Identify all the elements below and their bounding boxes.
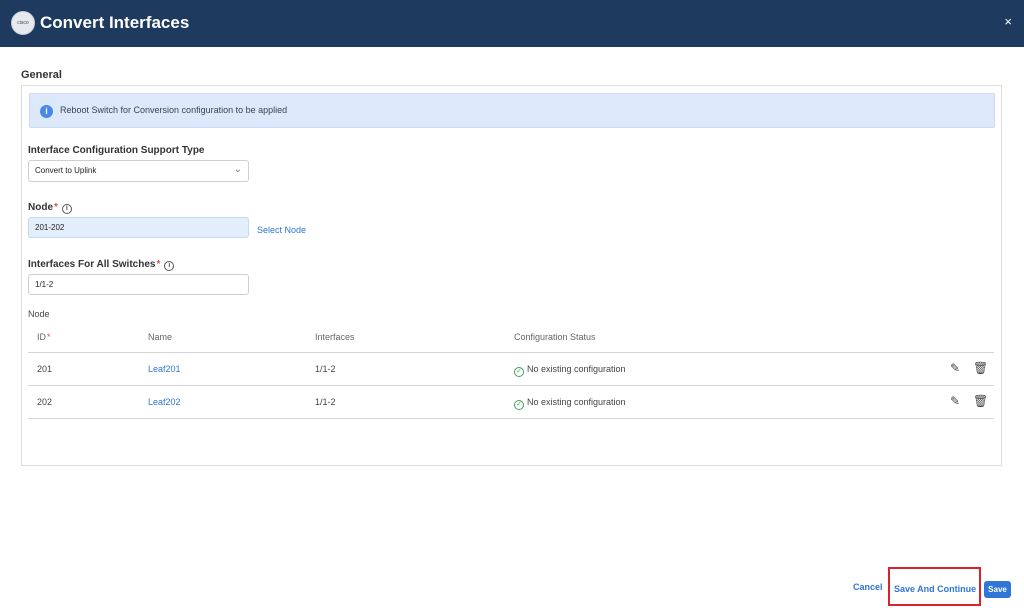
trash-icon[interactable]: 🗑 (973, 361, 988, 375)
close-icon[interactable]: × (1004, 14, 1012, 30)
general-panel: i Reboot Switch for Conversion configura… (21, 85, 1002, 466)
support-type-select[interactable]: Convert to Uplink ⌄ (28, 160, 249, 182)
table-divider (28, 385, 994, 386)
cisco-logo-icon: cisco (11, 11, 35, 35)
row-interfaces: 1/1-2 (315, 364, 336, 374)
save-and-continue-button[interactable]: Save And Continue (888, 567, 981, 606)
node-label-text: Node (28, 202, 53, 213)
edit-icon[interactable]: ✎ (950, 361, 960, 375)
node-input[interactable]: 201-202 (28, 217, 249, 238)
column-header-name[interactable]: Name (148, 332, 172, 342)
check-circle-icon: ✓ (514, 400, 524, 410)
node-table-label: Node (28, 309, 50, 319)
interfaces-label-text: Interfaces For All Switches (28, 259, 156, 270)
row-interfaces: 1/1-2 (315, 397, 336, 407)
row-status-text: No existing configuration (527, 397, 626, 407)
row-id: 202 (37, 397, 53, 407)
row-id: 201 (37, 364, 53, 374)
required-marker: * (156, 259, 161, 270)
row-status: ✓ No existing configuration (514, 397, 626, 410)
interfaces-input-value: 1/1-2 (35, 280, 54, 289)
info-icon: i (40, 105, 53, 118)
node-input-value: 201-202 (35, 223, 65, 232)
column-header-interfaces[interactable]: Interfaces (315, 332, 355, 342)
dialog-header: cisco Convert Interfaces × (0, 0, 1024, 47)
required-marker: * (54, 202, 58, 213)
node-label: Node* i (28, 202, 72, 214)
info-icon[interactable]: i (61, 204, 72, 214)
row-name-link[interactable]: Leaf202 (148, 397, 181, 407)
support-type-label: Interface Configuration Support Type (28, 145, 205, 156)
save-and-continue-label: Save And Continue (894, 584, 977, 594)
save-label: Save (988, 585, 1007, 594)
required-marker: * (47, 332, 51, 342)
info-icon[interactable]: i (164, 261, 175, 271)
trash-icon[interactable]: 🗑 (973, 394, 988, 408)
alert-text: Reboot Switch for Conversion configurati… (60, 105, 288, 115)
chevron-down-icon: ⌄ (233, 164, 242, 175)
check-circle-icon: ✓ (514, 367, 524, 377)
column-header-status[interactable]: Configuration Status (514, 332, 596, 342)
table-divider (28, 418, 994, 419)
row-status: ✓ No existing configuration (514, 364, 626, 377)
dialog-title: Convert Interfaces (40, 13, 190, 32)
row-status-text: No existing configuration (527, 364, 626, 374)
interfaces-label: Interfaces For All Switches* i (28, 259, 175, 271)
section-title: General (21, 69, 62, 81)
info-alert: i Reboot Switch for Conversion configura… (29, 93, 995, 128)
save-button[interactable]: Save (984, 581, 1011, 598)
row-name-link[interactable]: Leaf201 (148, 364, 181, 374)
column-header-id[interactable]: ID* (37, 332, 51, 342)
edit-icon[interactable]: ✎ (950, 394, 960, 408)
cancel-button[interactable]: Cancel (853, 582, 883, 592)
select-node-link[interactable]: Select Node (257, 225, 306, 235)
support-type-value: Convert to Uplink (35, 166, 97, 175)
interfaces-input[interactable]: 1/1-2 (28, 274, 249, 295)
table-divider (28, 352, 994, 353)
